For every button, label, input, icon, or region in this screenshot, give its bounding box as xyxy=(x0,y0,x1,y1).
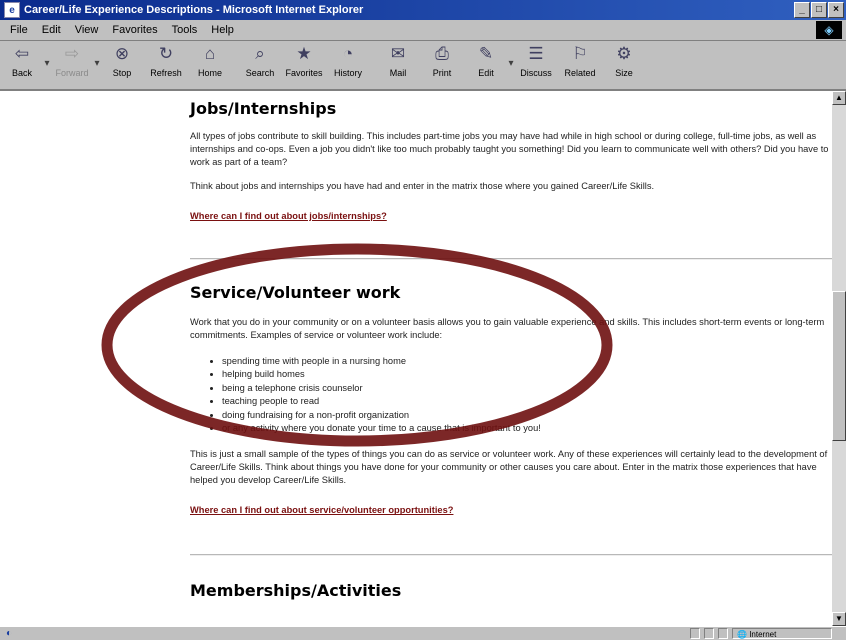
scroll-up-icon[interactable]: ▲ xyxy=(832,91,846,105)
edit-label: Edit xyxy=(478,68,494,78)
menu-edit[interactable]: Edit xyxy=(42,24,61,36)
windows-logo-icon: ◈ xyxy=(816,21,842,39)
close-button[interactable]: × xyxy=(828,2,844,18)
edit-icon: ✎ xyxy=(478,44,494,63)
window-title: Career/Life Experience Descriptions - Mi… xyxy=(24,4,364,16)
list-item: or any activity where you donate your ti… xyxy=(222,422,830,435)
section-divider xyxy=(190,258,832,260)
minimize-button[interactable]: _ xyxy=(794,2,810,18)
menu-tools[interactable]: Tools xyxy=(172,24,198,36)
stop-button[interactable]: ⊗ Stop xyxy=(100,41,144,85)
ie-logo-icon: e xyxy=(4,2,20,18)
discuss-icon: ☰ xyxy=(528,44,544,63)
service-summary: This is just a small sample of the types… xyxy=(190,449,828,486)
favorites-label: Favorites xyxy=(285,68,323,78)
memberships-section: Memberships/Activities xyxy=(190,581,830,600)
service-examples-list: spending time with people in a nursing h… xyxy=(190,355,830,435)
status-bar: ◐ 🌐 Internet xyxy=(0,626,846,640)
search-label: Search xyxy=(245,68,275,78)
service-heading: Service/Volunteer work xyxy=(190,283,401,302)
search-button[interactable]: ⌕ Search xyxy=(238,41,282,85)
favorites-button[interactable]: ★ Favorites xyxy=(282,41,326,85)
back-button[interactable]: ⇦ Back xyxy=(0,41,44,85)
forward-button[interactable]: ⇨ Forward xyxy=(50,41,94,85)
menu-file[interactable]: File xyxy=(10,24,28,36)
favorites-icon: ★ xyxy=(296,44,312,63)
back-arrow-icon: ⇦ xyxy=(14,44,30,63)
menu-view[interactable]: View xyxy=(75,24,99,36)
service-section: Service/Volunteer work Work that you do … xyxy=(190,283,830,518)
scroll-down-icon[interactable]: ▼ xyxy=(832,612,846,626)
home-icon: ⌂ xyxy=(204,44,216,63)
history-label: History xyxy=(333,68,362,78)
mail-button[interactable]: ✉ Mail xyxy=(376,41,420,85)
print-button[interactable]: ⎙ Print xyxy=(420,41,464,85)
discuss-label: Discuss xyxy=(520,68,552,78)
stop-label: Stop xyxy=(112,68,132,78)
refresh-button[interactable]: ↻ Refresh xyxy=(144,41,188,85)
edit-button[interactable]: ✎ Edit xyxy=(464,41,508,85)
zone-label: Internet xyxy=(749,630,777,639)
page-status-icon: ◐ xyxy=(6,628,13,639)
jobs-section: Jobs/Internships All types of jobs contr… xyxy=(190,99,830,224)
status-segment xyxy=(704,628,714,639)
forward-label: Forward xyxy=(55,68,89,78)
maximize-button[interactable]: □ xyxy=(811,2,827,18)
home-label: Home xyxy=(197,68,222,78)
list-item: spending time with people in a nursing h… xyxy=(222,355,830,368)
print-icon: ⎙ xyxy=(435,44,449,63)
window-controls: _ □ × xyxy=(794,2,844,18)
status-segment xyxy=(690,628,700,639)
print-label: Print xyxy=(432,68,452,78)
jobs-instruction: Think about jobs and internships you hav… xyxy=(190,181,655,191)
mail-label: Mail xyxy=(389,68,407,78)
menu-bar: File Edit View Favorites Tools Help ◈ xyxy=(0,20,846,41)
page-content: Jobs/Internships All types of jobs contr… xyxy=(0,91,832,626)
stop-icon: ⊗ xyxy=(114,44,130,63)
list-item: being a telephone crisis counselor xyxy=(222,382,830,395)
list-item: doing fundraising for a non-profit organ… xyxy=(222,409,830,422)
size-button[interactable]: ⚙ Size xyxy=(602,41,646,85)
related-button[interactable]: ⚐ Related xyxy=(558,41,602,85)
list-item: helping build homes xyxy=(222,368,830,381)
list-item: teaching people to read xyxy=(222,395,830,408)
service-link[interactable]: Where can I find out about service/volun… xyxy=(190,505,453,515)
title-bar: e Career/Life Experience Descriptions - … xyxy=(0,0,846,20)
toolbar: ⇦ Back ▾ ⇨ Forward ▾ ⊗ Stop ↻ Refresh ⌂ Home … xyxy=(0,41,846,91)
scroll-thumb[interactable] xyxy=(832,291,846,441)
security-zone: 🌐 Internet xyxy=(732,628,832,639)
menu-favorites[interactable]: Favorites xyxy=(112,24,157,36)
back-label: Back xyxy=(11,68,32,78)
memberships-heading: Memberships/Activities xyxy=(190,581,402,600)
menu-help[interactable]: Help xyxy=(211,24,234,36)
jobs-link[interactable]: Where can I find out about jobs/internsh… xyxy=(190,211,387,221)
forward-arrow-icon: ⇨ xyxy=(64,44,80,63)
vertical-scrollbar[interactable]: ▲ ▼ xyxy=(832,91,846,626)
home-button[interactable]: ⌂ Home xyxy=(188,41,232,85)
jobs-paragraph: All types of jobs contribute to skill bu… xyxy=(190,131,829,167)
search-icon: ⌕ xyxy=(255,44,265,63)
related-label: Related xyxy=(564,68,596,78)
mail-icon: ✉ xyxy=(390,44,406,63)
discuss-button[interactable]: ☰ Discuss xyxy=(514,41,558,85)
status-segment xyxy=(718,628,728,639)
related-icon: ⚐ xyxy=(572,44,588,63)
size-icon: ⚙ xyxy=(616,44,632,63)
refresh-label: Refresh xyxy=(150,68,182,78)
refresh-icon: ↻ xyxy=(158,44,174,63)
section-divider xyxy=(190,554,832,556)
jobs-heading: Jobs/Internships xyxy=(190,99,337,118)
history-icon: ◔ xyxy=(342,44,354,63)
service-paragraph: Work that you do in your community or on… xyxy=(190,317,825,340)
history-button[interactable]: ◔ History xyxy=(326,41,370,85)
size-label: Size xyxy=(615,68,633,78)
